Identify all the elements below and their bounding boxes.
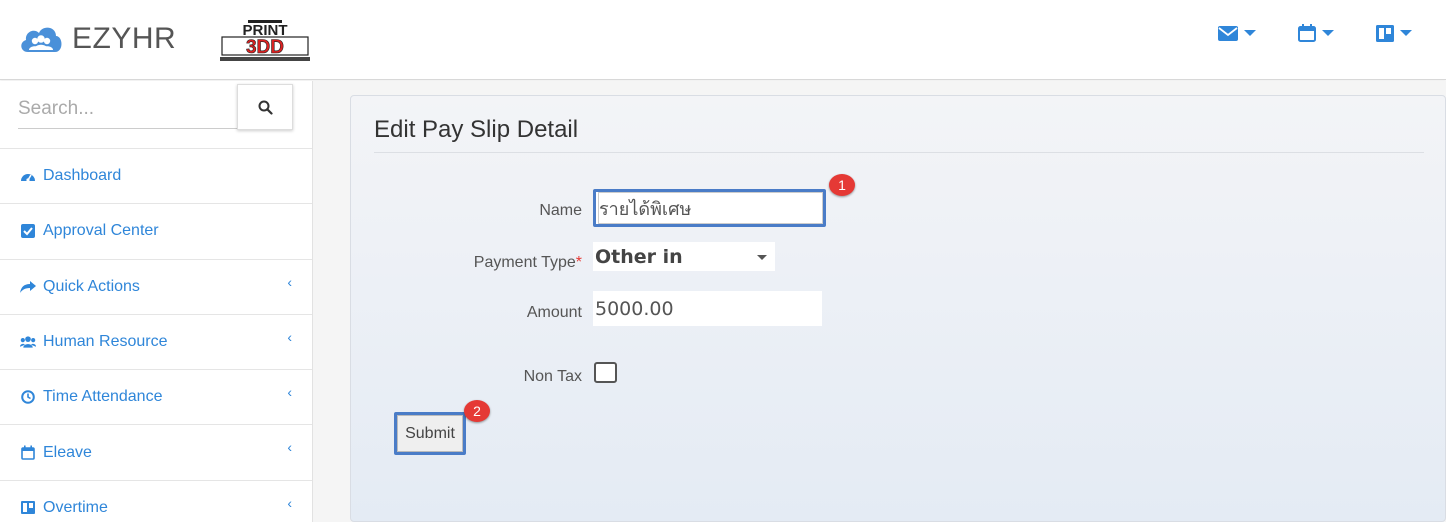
search-button[interactable]: [237, 84, 293, 130]
chevron-down-icon: [757, 255, 767, 260]
chevron-left-icon: ‹: [287, 494, 292, 511]
share-icon: [20, 279, 36, 295]
board-icon: [1376, 24, 1394, 42]
sidebar-item-approval-center[interactable]: Approval Center: [0, 204, 312, 260]
logo-text-3dd: 3DD: [246, 37, 284, 58]
annotation-badge-2: 2: [464, 400, 490, 422]
print3dd-company-logo: PRINT 3DD: [220, 18, 310, 62]
dashboard-icon: [20, 168, 36, 184]
board-icon: [20, 500, 36, 516]
header-icon-bar: [1218, 24, 1412, 42]
sidebar: Dashboard Approval Center Quick Actions …: [0, 81, 313, 522]
sidebar-item-overtime[interactable]: Overtime ‹: [0, 481, 312, 522]
sidebar-item-quick-actions[interactable]: Quick Actions ‹: [0, 260, 312, 315]
name-input[interactable]: [598, 192, 823, 224]
board-dropdown[interactable]: [1376, 24, 1412, 42]
title-divider: [374, 152, 1424, 153]
calendar-dropdown[interactable]: [1298, 24, 1334, 42]
calendar-icon: [20, 445, 36, 461]
sidebar-item-eleave[interactable]: Eleave ‹: [0, 425, 312, 481]
sidebar-item-label: Time Attendance: [43, 388, 163, 406]
cloud-users-logo-icon: [21, 27, 62, 52]
payment-type-label-text: Payment Type: [473, 254, 576, 271]
amount-input[interactable]: 5000.00: [593, 291, 822, 326]
annotation-badge-1: 1: [829, 174, 855, 196]
check-square-icon: [20, 223, 36, 239]
sidebar-item-time-attendance[interactable]: Time Attendance ‹: [0, 370, 312, 426]
chevron-left-icon: ‹: [287, 273, 292, 290]
sidebar-item-label: Dashboard: [43, 167, 122, 185]
chevron-left-icon: ‹: [287, 439, 292, 456]
search-icon: [258, 100, 273, 115]
chevron-left-icon: ‹: [287, 384, 292, 401]
calendar-icon: [1298, 24, 1316, 42]
submit-button[interactable]: Submit: [397, 415, 463, 452]
submit-button-highlight: Submit: [394, 412, 466, 455]
sidebar-search: [0, 81, 312, 149]
page-title: Edit Pay Slip Detail: [374, 116, 579, 143]
chevron-down-icon: [1322, 30, 1334, 36]
sidebar-item-label: Human Resource: [43, 333, 168, 351]
name-label: Name: [539, 202, 582, 219]
name-field-highlight: [593, 189, 826, 227]
messages-dropdown[interactable]: [1218, 24, 1256, 42]
non-tax-checkbox[interactable]: [594, 362, 617, 383]
sidebar-item-label: Approval Center: [43, 222, 159, 240]
payment-type-select[interactable]: Other in: [593, 242, 775, 271]
payment-type-label: Payment Type*: [382, 254, 582, 272]
brand[interactable]: EZYHR: [18, 22, 176, 56]
non-tax-label: Non Tax: [523, 368, 582, 385]
payment-type-selected: Other in: [595, 245, 683, 268]
top-header: EZYHR PRINT 3DD: [0, 0, 1446, 80]
chevron-left-icon: ‹: [287, 328, 292, 345]
sidebar-item-label: Quick Actions: [43, 277, 140, 295]
clock-icon: [20, 389, 36, 405]
envelope-icon: [1218, 25, 1238, 41]
sidebar-item-human-resource[interactable]: Human Resource ‹: [0, 315, 312, 371]
sidebar-item-dashboard[interactable]: Dashboard: [0, 149, 312, 205]
amount-value: 5000.00: [595, 297, 674, 320]
users-icon: [20, 334, 36, 350]
sidebar-item-label: Eleave: [43, 443, 92, 461]
search-input[interactable]: [18, 89, 238, 129]
chevron-down-icon: [1400, 30, 1412, 36]
chevron-down-icon: [1244, 30, 1256, 36]
required-marker: *: [575, 254, 582, 271]
app-name: EZYHR: [72, 22, 177, 55]
sidebar-item-label: Overtime: [43, 498, 108, 516]
amount-label: Amount: [526, 304, 582, 321]
